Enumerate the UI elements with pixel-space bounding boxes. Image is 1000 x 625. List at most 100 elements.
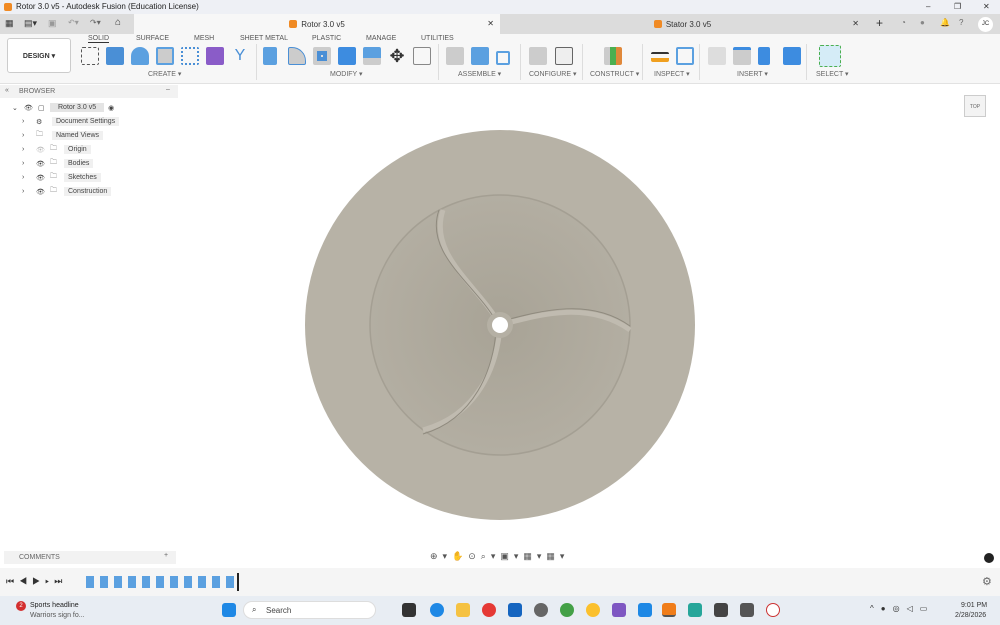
combine-icon[interactable] xyxy=(338,47,356,65)
group-assemble[interactable]: ASSEMBLE ▾ xyxy=(458,70,501,78)
undo-icon[interactable]: ↶▾ xyxy=(68,18,79,27)
group-create[interactable]: CREATE ▾ xyxy=(148,70,181,78)
tree-root[interactable]: ⌄ 👁 ▢ Rotor 3.0 v5 ◉ xyxy=(0,101,114,114)
redo-icon[interactable]: ↷▾ xyxy=(90,18,101,27)
settings-icon[interactable] xyxy=(534,603,548,617)
minimize-button[interactable]: – xyxy=(926,2,930,11)
workspace-switcher[interactable]: DESIGN ▾ xyxy=(7,38,71,73)
timeline-settings-icon[interactable]: ⚙ xyxy=(982,575,992,588)
3d-viewport[interactable]: TOP xyxy=(178,85,1000,547)
configure-icon[interactable] xyxy=(529,47,547,65)
tab-plastic[interactable]: PLASTIC xyxy=(312,35,341,42)
app-icon-3[interactable] xyxy=(714,603,728,617)
news-subtitle[interactable]: Warriors sign fo... xyxy=(30,612,85,619)
new-component-icon[interactable] xyxy=(471,47,489,65)
as-built-joint-icon[interactable] xyxy=(496,51,510,65)
apps-grid-icon[interactable]: ▦ xyxy=(5,18,14,29)
file-explorer-icon[interactable] xyxy=(456,603,470,617)
hole-icon[interactable] xyxy=(156,47,174,65)
tab-utilities[interactable]: UTILITIES xyxy=(421,35,454,42)
maximize-button[interactable]: ❐ xyxy=(954,2,961,11)
close-tab-button[interactable]: ✕ xyxy=(852,19,859,28)
file-menu-icon[interactable]: ▤▾ xyxy=(24,18,37,29)
group-modify[interactable]: MODIFY ▾ xyxy=(330,70,363,78)
navigation-bar[interactable]: ⊕▾✋⊙⌕▾▣▾▦▾▦▾ xyxy=(430,551,569,562)
search-box[interactable]: ⌕ Search xyxy=(243,601,376,619)
close-tab-button[interactable]: ✕ xyxy=(487,19,494,28)
tree-item-origin[interactable]: › 👁 🗀 Origin xyxy=(0,143,91,156)
insert-image-icon[interactable] xyxy=(783,47,801,65)
app-icon-2[interactable] xyxy=(688,603,702,617)
group-construct[interactable]: CONSTRUCT ▾ xyxy=(590,70,639,78)
press-pull-icon[interactable] xyxy=(263,47,277,65)
tree-item-bodies[interactable]: › 👁 🗀 Bodies xyxy=(0,157,94,170)
derive-icon[interactable]: Y xyxy=(231,47,249,65)
revolve-icon[interactable] xyxy=(131,47,149,65)
new-tab-button[interactable]: + xyxy=(876,16,883,30)
add-comment-button[interactable]: + xyxy=(164,552,168,559)
tab-rotor[interactable]: Rotor 3.0 v5 ✕ xyxy=(134,14,500,34)
edge-icon[interactable] xyxy=(430,603,444,617)
help-icon[interactable]: ? xyxy=(959,18,963,27)
timeline-features[interactable] xyxy=(86,576,236,588)
tree-item-construction[interactable]: › 👁 🗀 Construction xyxy=(0,185,112,198)
app-c-icon[interactable] xyxy=(638,603,652,617)
pattern-icon[interactable] xyxy=(181,47,199,65)
app-icon[interactable] xyxy=(612,603,626,617)
close-window-button[interactable]: ✕ xyxy=(983,2,990,11)
feedback-icon[interactable] xyxy=(984,553,994,563)
create-form-icon[interactable] xyxy=(206,47,224,65)
create-sketch-icon[interactable] xyxy=(81,47,99,65)
collapse-panel-icon[interactable]: « xyxy=(5,87,9,94)
app-icon-4[interactable] xyxy=(740,603,754,617)
joint-icon[interactable] xyxy=(446,47,464,65)
extrude-icon[interactable] xyxy=(106,47,124,65)
eye-hidden-icon[interactable]: 👁 xyxy=(36,146,50,154)
tree-item-document-settings[interactable]: › ⚙ Document Settings xyxy=(0,115,120,128)
chrome-profile-2-icon[interactable] xyxy=(586,603,600,617)
activate-radio-icon[interactable]: ◉ xyxy=(108,104,114,112)
group-select[interactable]: SELECT ▾ xyxy=(816,70,849,78)
tree-root-label[interactable]: Rotor 3.0 v5 xyxy=(50,103,105,112)
tree-item-named-views[interactable]: › 🗀 Named Views xyxy=(0,129,104,142)
online-status-icon[interactable]: ● xyxy=(920,18,925,27)
configuration-table-icon[interactable] xyxy=(555,47,573,65)
timeline-marker[interactable] xyxy=(237,573,239,591)
news-title[interactable]: Sports headline xyxy=(30,602,79,609)
eye-icon[interactable]: 👁 xyxy=(36,160,50,168)
fusion-taskbar-icon[interactable] xyxy=(662,603,676,617)
change-parameters-icon[interactable] xyxy=(413,47,431,65)
tree-item-sketches[interactable]: › 👁 🗀 Sketches xyxy=(0,171,101,184)
insert-mesh-icon[interactable] xyxy=(758,47,770,65)
clock-date[interactable]: 2/28/2026 xyxy=(955,612,986,619)
tab-stator[interactable]: Stator 3.0 v5 ✕ xyxy=(500,14,865,34)
group-insert[interactable]: INSERT ▾ xyxy=(737,70,768,78)
tab-manage[interactable]: MANAGE xyxy=(366,35,396,42)
minimize-browser-button[interactable]: – xyxy=(166,86,170,93)
home-icon[interactable]: ⌂ xyxy=(115,17,121,28)
eye-icon[interactable]: 👁 xyxy=(36,174,50,182)
playback-controls[interactable]: ⏮◀▶▸⏭ xyxy=(6,576,67,587)
start-button[interactable] xyxy=(222,603,236,617)
tab-solid[interactable]: SOLID xyxy=(88,35,110,43)
tab-sheet-metal[interactable]: SHEET METAL xyxy=(240,35,288,42)
group-configure[interactable]: CONFIGURE ▾ xyxy=(529,70,576,78)
view-cube[interactable]: TOP xyxy=(964,95,986,117)
task-view-icon[interactable] xyxy=(402,603,416,617)
chrome-profile-icon[interactable] xyxy=(560,603,574,617)
move-icon[interactable]: ✥ xyxy=(388,47,406,65)
select-icon[interactable] xyxy=(819,45,841,67)
user-avatar[interactable]: JC xyxy=(978,17,993,32)
chrome-icon[interactable] xyxy=(482,603,496,617)
replace-face-icon[interactable] xyxy=(363,47,381,65)
tab-mesh[interactable]: MESH xyxy=(194,35,214,42)
save-icon[interactable]: ▣ xyxy=(48,18,57,29)
section-analysis-icon[interactable] xyxy=(676,47,694,65)
measure-icon[interactable] xyxy=(651,52,669,62)
shell-icon[interactable] xyxy=(313,47,331,65)
insert-derive-icon[interactable] xyxy=(708,47,726,65)
clock-time[interactable]: 9:01 PM xyxy=(961,602,987,609)
outlook-icon[interactable] xyxy=(508,603,522,617)
mouse-app-icon[interactable] xyxy=(766,603,780,617)
fillet-icon[interactable] xyxy=(288,47,306,65)
